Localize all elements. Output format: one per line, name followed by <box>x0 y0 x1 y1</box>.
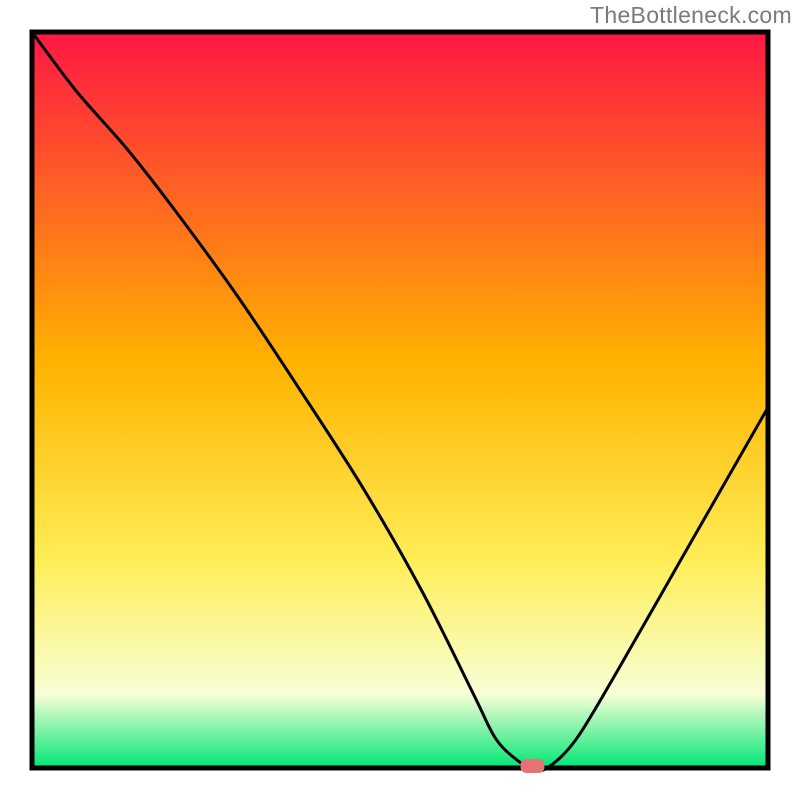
attribution-text: TheBottleneck.com <box>590 2 792 29</box>
bottleneck-chart <box>0 0 800 800</box>
optimal-point-marker <box>520 759 544 773</box>
gradient-background <box>32 32 768 768</box>
chart-container: TheBottleneck.com <box>0 0 800 800</box>
